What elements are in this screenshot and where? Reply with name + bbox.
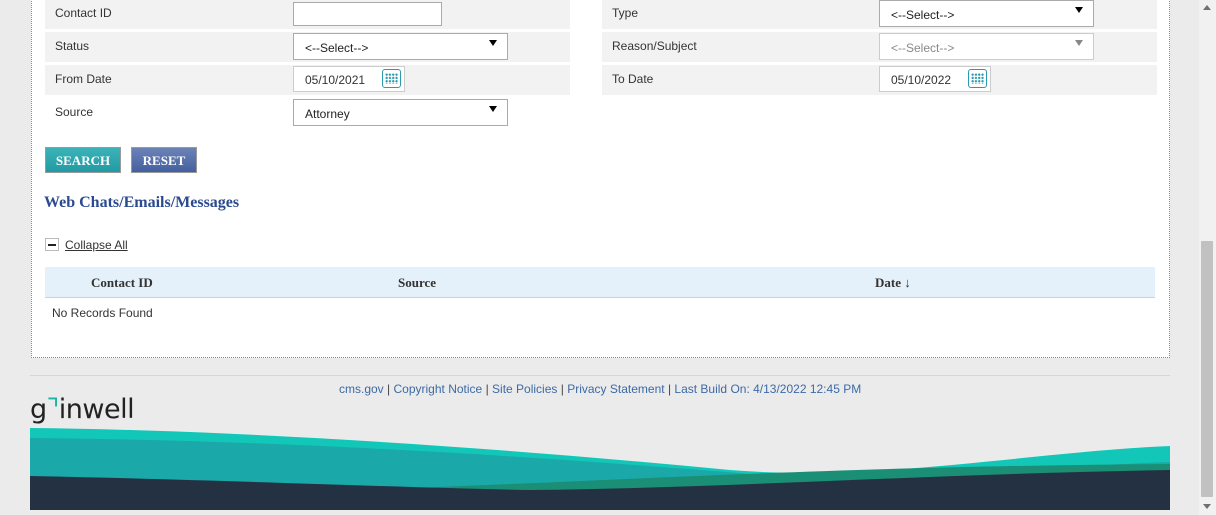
footer-link-site-policies[interactable]: Site Policies — [492, 382, 557, 396]
empty-table-message: No Records Found — [52, 306, 153, 320]
section-title: Web Chats/Emails/Messages — [44, 194, 240, 211]
reason-subject-label: Reason/Subject — [612, 39, 697, 53]
reason-subject-select-value: <--Select--> — [891, 41, 955, 55]
footer-link-privacy[interactable]: Privacy Statement — [567, 382, 664, 396]
from-date-label: From Date — [55, 72, 112, 86]
type-select-value: <--Select--> — [891, 8, 955, 22]
scroll-down-icon[interactable] — [1203, 504, 1211, 509]
column-header-source[interactable]: Source — [398, 275, 436, 291]
scrollbar-thumb[interactable] — [1201, 241, 1213, 497]
footer-wave-graphic — [30, 428, 1170, 510]
chevron-down-icon — [489, 106, 497, 112]
logo-text-pre: g — [30, 394, 47, 425]
results-table-header: Contact ID Source Date ↓ — [45, 267, 1155, 298]
logo-accent: ⌝ — [46, 394, 60, 425]
from-date-value: 05/10/2021 — [305, 73, 366, 87]
minus-icon[interactable] — [45, 238, 59, 251]
source-select-value: Attorney — [305, 107, 350, 121]
search-button[interactable]: SEARCH — [45, 147, 121, 173]
page-scrollbar[interactable] — [1199, 0, 1216, 515]
contact-id-label: Contact ID — [55, 6, 112, 20]
type-label: Type — [612, 6, 639, 20]
footer-divider — [30, 375, 1170, 376]
footer-link-cms[interactable]: cms.gov — [339, 382, 384, 396]
footer-links: cms.gov | Copyright Notice | Site Polici… — [339, 382, 861, 396]
source-select[interactable]: Attorney — [293, 99, 508, 126]
status-select-value: <--Select--> — [305, 41, 369, 55]
scroll-up-icon[interactable] — [1203, 5, 1211, 10]
chevron-down-icon — [1075, 40, 1083, 46]
footer-separator: | — [387, 382, 391, 396]
footer-separator: | — [560, 382, 564, 396]
footer-build-info: Last Build On: 4/13/2022 12:45 PM — [674, 382, 862, 396]
column-header-date[interactable]: Date ↓ — [875, 275, 911, 291]
contact-id-input[interactable] — [293, 2, 442, 26]
calendar-icon[interactable] — [968, 69, 987, 88]
gainwell-logo: g⌝inwell — [30, 394, 135, 425]
reason-subject-select[interactable]: <--Select--> — [879, 33, 1094, 60]
reset-button[interactable]: RESET — [131, 147, 197, 173]
footer-link-copyright[interactable]: Copyright Notice — [394, 382, 483, 396]
calendar-icon[interactable] — [382, 69, 401, 88]
footer-separator: | — [667, 382, 672, 396]
collapse-all-link[interactable]: Collapse All — [65, 238, 128, 252]
type-select[interactable]: <--Select--> — [879, 0, 1094, 27]
source-label: Source — [55, 105, 94, 119]
status-label: Status — [55, 39, 90, 53]
footer-separator: | — [485, 382, 489, 396]
to-date-field[interactable]: 05/10/2022 — [879, 66, 991, 92]
chevron-down-icon — [1075, 7, 1083, 13]
chevron-down-icon — [489, 40, 497, 46]
status-select[interactable]: <--Select--> — [293, 33, 508, 60]
from-date-field[interactable]: 05/10/2021 — [293, 66, 405, 92]
logo-text-post: inwell — [58, 394, 135, 425]
to-date-value: 05/10/2022 — [891, 73, 952, 87]
to-date-label: To Date — [612, 72, 654, 86]
column-header-contact-id[interactable]: Contact ID — [91, 275, 153, 291]
